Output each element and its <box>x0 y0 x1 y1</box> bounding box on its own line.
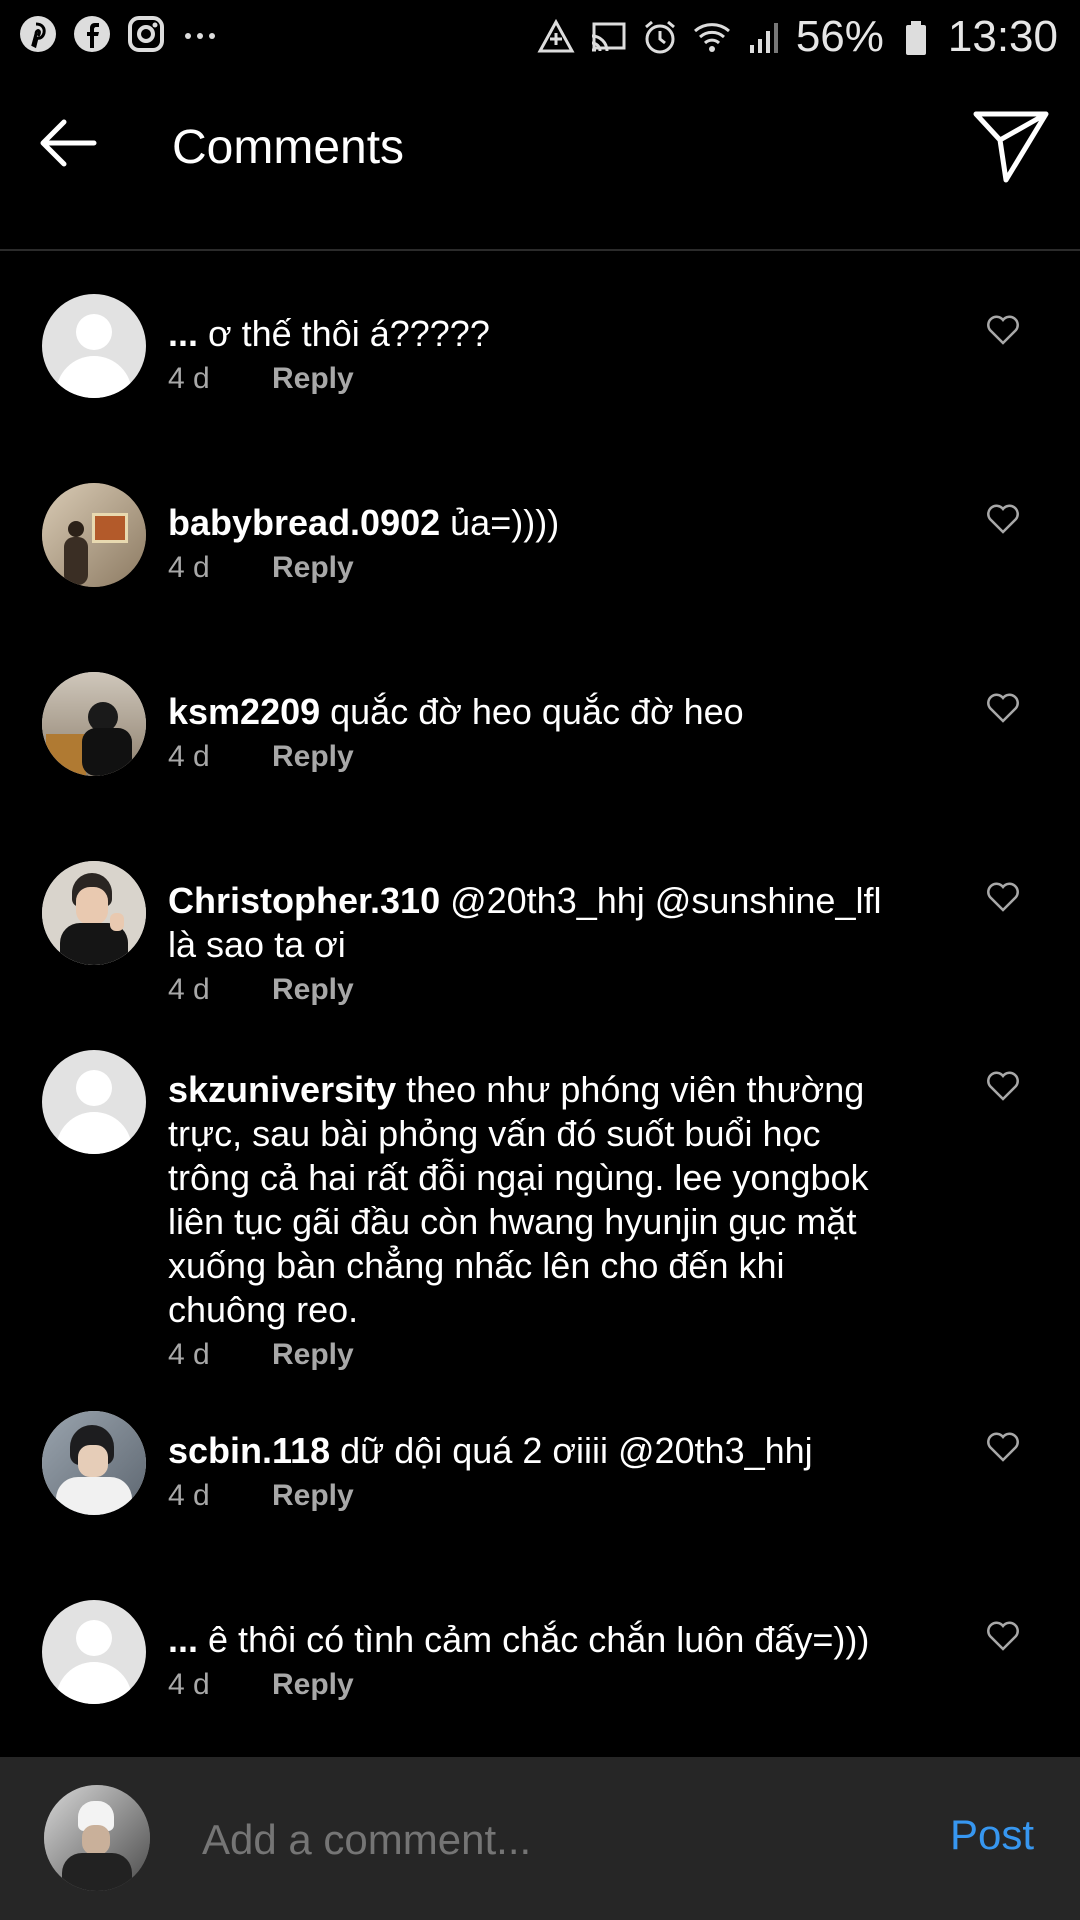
comment-time: 4 d <box>168 740 210 773</box>
page-title: Comments <box>172 121 405 174</box>
header: Comments <box>0 70 1080 250</box>
instagram-icon <box>128 16 164 52</box>
my-avatar <box>44 1785 150 1891</box>
wifi-icon <box>693 23 730 52</box>
comment-time: 4 d <box>168 973 210 1006</box>
comment-meta: 4 d Reply <box>168 973 354 1007</box>
comment-username[interactable]: ... <box>168 1619 198 1660</box>
heart-icon[interactable] <box>986 503 1020 535</box>
comment-meta: 4 d Reply <box>168 362 354 396</box>
battery-percent: 56% <box>795 12 884 61</box>
comment-text: skzuniversity theo như phóng viên thường… <box>168 1069 869 1330</box>
pinterest-icon <box>20 16 56 52</box>
reply-button[interactable]: Reply <box>272 1668 354 1702</box>
comment-meta: 4 d Reply <box>168 1479 354 1513</box>
reply-button[interactable]: Reply <box>272 362 354 396</box>
comment-username[interactable]: scbin.118 <box>168 1430 330 1471</box>
avatar[interactable] <box>42 483 146 587</box>
status-bar: 56% 13:30 <box>0 0 1080 70</box>
signal-icon <box>749 23 778 53</box>
comment-text: babybread.0902 ủa=)))) <box>168 502 560 543</box>
heart-icon[interactable] <box>986 1070 1020 1102</box>
data-saver-icon <box>537 18 575 53</box>
comment-username[interactable]: babybread.0902 <box>168 502 440 543</box>
comment-text: scbin.118 dữ dội quá 2 ơiiii @20th3_hhj <box>168 1430 813 1471</box>
comment-composer: Post <box>0 1757 1080 1920</box>
comment-username[interactable]: skzuniversity <box>168 1069 396 1110</box>
clock: 13:30 <box>947 12 1058 61</box>
comment-time: 4 d <box>168 1338 210 1371</box>
heart-icon[interactable] <box>986 1620 1020 1652</box>
comment-meta: 4 d Reply <box>168 1338 354 1372</box>
alarm-icon <box>644 20 675 54</box>
arrow-left-icon[interactable] <box>38 118 98 168</box>
comment-meta: 4 d Reply <box>168 551 354 585</box>
comment-text: Christopher.310 @20th3_hhj @sunshine_lfl… <box>168 880 882 965</box>
avatar[interactable] <box>42 1600 146 1704</box>
cast-icon <box>591 22 626 52</box>
comment-text: ksm2209 quắc đờ heo quắc đờ heo <box>168 691 744 732</box>
facebook-icon <box>74 16 110 52</box>
heart-icon[interactable] <box>986 314 1020 346</box>
comment-meta: 4 d Reply <box>168 1668 354 1702</box>
comment-time: 4 d <box>168 551 210 584</box>
reply-button[interactable]: Reply <box>272 973 354 1007</box>
send-icon[interactable] <box>972 108 1050 186</box>
avatar[interactable] <box>42 294 146 398</box>
comment-username[interactable]: ... <box>168 313 198 354</box>
comment-time: 4 d <box>168 1668 210 1701</box>
heart-icon[interactable] <box>986 881 1020 913</box>
comment-time: 4 d <box>168 1479 210 1512</box>
header-divider <box>0 249 1080 251</box>
comment-username[interactable]: Christopher.310 <box>168 880 440 921</box>
reply-button[interactable]: Reply <box>272 551 354 585</box>
comment-text: ... ơ thế thôi á????? <box>168 313 490 354</box>
reply-button[interactable]: Reply <box>272 740 354 774</box>
battery-icon <box>905 21 926 55</box>
avatar[interactable] <box>42 861 146 965</box>
avatar[interactable] <box>42 1050 146 1154</box>
comment-input[interactable] <box>200 1809 904 1871</box>
comment-meta: 4 d Reply <box>168 740 354 774</box>
more-dots-icon <box>185 33 215 39</box>
avatar[interactable] <box>42 1411 146 1515</box>
avatar[interactable] <box>42 672 146 776</box>
heart-icon[interactable] <box>986 1431 1020 1463</box>
reply-button[interactable]: Reply <box>272 1479 354 1513</box>
comment-text: ... ê thôi có tình cảm chắc chắn luôn đấ… <box>168 1619 870 1660</box>
heart-icon[interactable] <box>986 692 1020 724</box>
post-button[interactable]: Post <box>950 1811 1034 1859</box>
comment-username[interactable]: ksm2209 <box>168 691 320 732</box>
reply-button[interactable]: Reply <box>272 1338 354 1372</box>
comment-time: 4 d <box>168 362 210 395</box>
